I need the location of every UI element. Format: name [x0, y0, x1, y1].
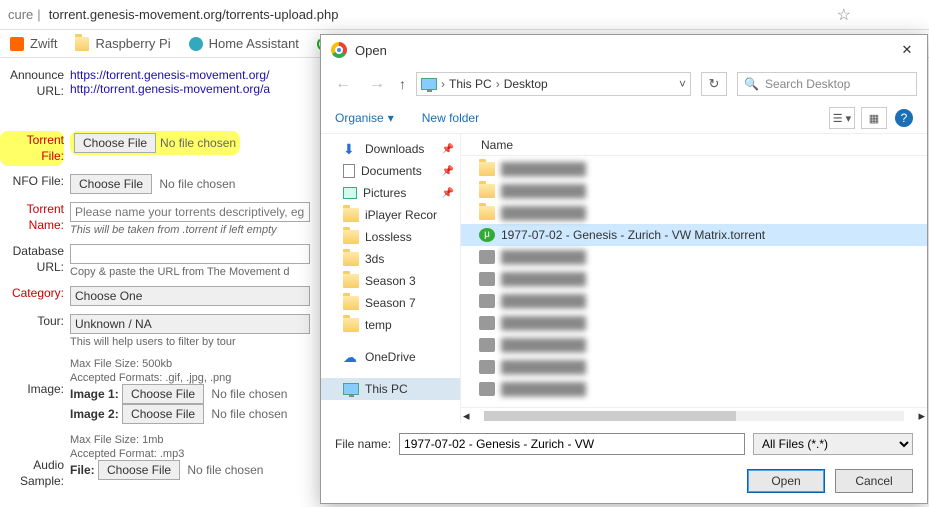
breadcrumb-folder[interactable]: Desktop: [504, 77, 548, 91]
dialog-title: Open: [355, 43, 897, 58]
secure-label: cure: [8, 7, 33, 22]
file-item[interactable]: ██████████: [461, 158, 927, 180]
help-icon[interactable]: ?: [895, 109, 913, 127]
tree-item-season-7[interactable]: Season 7: [321, 292, 460, 314]
pc-icon: [421, 78, 437, 90]
audio-file-status: No file chosen: [187, 463, 263, 477]
filename-label: File name:: [335, 437, 391, 451]
image2-button[interactable]: Choose File: [122, 404, 204, 424]
torrent-file-button[interactable]: Choose File: [74, 133, 156, 153]
folder-tree: ⬇Downloads📌Documents📌Pictures📌iPlayer Re…: [321, 134, 461, 423]
bookmark-home-assistant[interactable]: Home Assistant: [189, 36, 299, 51]
refresh-icon[interactable]: ↻: [701, 72, 727, 96]
file-item[interactable]: ██████████: [461, 180, 927, 202]
category-label: Category:: [0, 286, 70, 302]
tree-item-downloads[interactable]: ⬇Downloads📌: [321, 138, 460, 160]
audio-file-label: File:: [70, 463, 95, 477]
torrent-name-label: Torrent Name:: [0, 202, 70, 233]
image2-status: No file chosen: [211, 407, 287, 421]
torrent-file-label: Torrent File:: [0, 131, 70, 166]
torrent-name-input[interactable]: [70, 202, 310, 222]
nfo-file-button[interactable]: Choose File: [70, 174, 152, 194]
announce-url-https[interactable]: https://torrent.genesis-movement.org/: [70, 68, 269, 82]
new-folder-button[interactable]: New folder: [422, 111, 479, 125]
audio-file-button[interactable]: Choose File: [98, 460, 180, 480]
file-item[interactable]: ██████████: [461, 246, 927, 268]
preview-pane-button[interactable]: ▦: [861, 107, 887, 129]
nfo-file-status: No file chosen: [159, 177, 235, 191]
file-item[interactable]: ██████████: [461, 312, 927, 334]
search-icon: 🔍: [744, 77, 759, 91]
nav-back-icon[interactable]: ←: [331, 75, 355, 93]
tree-item-pictures[interactable]: Pictures📌: [321, 182, 460, 204]
chevron-down-icon[interactable]: ˅: [679, 77, 686, 91]
tree-item-this-pc[interactable]: This PC: [321, 378, 460, 400]
nav-up-icon[interactable]: ↑: [399, 76, 406, 92]
bookmark-zwift[interactable]: Zwift: [10, 36, 57, 51]
bookmark-star-icon[interactable]: ☆: [837, 5, 851, 25]
tree-item-3ds[interactable]: 3ds: [321, 248, 460, 270]
announce-label: Announce URL:: [0, 68, 70, 99]
tree-item-lossless[interactable]: Lossless: [321, 226, 460, 248]
file-item[interactable]: ██████████: [461, 202, 927, 224]
image2-label: Image 2:: [70, 407, 119, 421]
image1-label: Image 1:: [70, 387, 119, 401]
scroll-right-icon[interactable]: ▸: [918, 408, 925, 424]
scroll-left-icon[interactable]: ◂: [463, 408, 470, 424]
file-item[interactable]: ██████████: [461, 378, 927, 400]
view-mode-button[interactable]: ☰ ▾: [829, 107, 855, 129]
breadcrumb-pc[interactable]: This PC: [449, 77, 492, 91]
chevron-down-icon: ▾: [388, 111, 394, 125]
tour-select[interactable]: Unknown / NA: [70, 314, 310, 334]
category-select[interactable]: Choose One: [70, 286, 310, 306]
search-input[interactable]: 🔍 Search Desktop: [737, 72, 917, 96]
divider: |: [37, 7, 40, 22]
cancel-button[interactable]: Cancel: [835, 469, 913, 493]
tree-item-season-3[interactable]: Season 3: [321, 270, 460, 292]
nfo-file-label: NFO File:: [0, 174, 70, 190]
nav-forward-icon[interactable]: →: [365, 75, 389, 93]
torrent-file-status: No file chosen: [160, 136, 236, 150]
tree-item-temp[interactable]: temp: [321, 314, 460, 336]
chrome-icon: [331, 42, 347, 58]
close-icon[interactable]: ✕: [897, 40, 917, 60]
audio-label: Audio Sample:: [0, 432, 70, 489]
tree-item-onedrive[interactable]: ☁OneDrive: [321, 346, 460, 368]
file-list: ██████████████████████████████μ1977-07-0…: [461, 156, 927, 407]
image-label: Image:: [0, 356, 70, 398]
file-item[interactable]: ██████████: [461, 356, 927, 378]
bookmark-raspberry[interactable]: Raspberry Pi: [75, 36, 170, 51]
breadcrumb[interactable]: › This PC › Desktop ˅: [416, 72, 691, 96]
tree-item-iplayer-recor[interactable]: iPlayer Recor: [321, 204, 460, 226]
file-item[interactable]: ██████████: [461, 290, 927, 312]
list-header-name[interactable]: Name: [461, 134, 927, 156]
image1-status: No file chosen: [211, 387, 287, 401]
file-item[interactable]: ██████████: [461, 268, 927, 290]
open-button[interactable]: Open: [747, 469, 825, 493]
tour-label: Tour:: [0, 314, 70, 330]
image1-button[interactable]: Choose File: [122, 384, 204, 404]
page-url[interactable]: torrent.genesis-movement.org/torrents-up…: [49, 7, 837, 22]
filetype-select[interactable]: All Files (*.*): [753, 433, 913, 455]
organise-menu[interactable]: Organise ▾: [335, 111, 394, 125]
file-open-dialog: Open ✕ ← → ↑ › This PC › Desktop ˅ ↻ 🔍 S…: [320, 34, 928, 504]
address-bar: cure | torrent.genesis-movement.org/torr…: [0, 0, 929, 30]
file-item[interactable]: μ1977-07-02 - Genesis - Zurich - VW Matr…: [461, 224, 927, 246]
filename-input[interactable]: [399, 433, 745, 455]
database-url-label: Database URL:: [0, 244, 70, 275]
announce-url-http[interactable]: http://torrent.genesis-movement.org/a: [70, 82, 270, 96]
database-url-input[interactable]: [70, 244, 310, 264]
tree-item-documents[interactable]: Documents📌: [321, 160, 460, 182]
horizontal-scrollbar[interactable]: ◂ ▸: [461, 407, 927, 423]
file-item[interactable]: ██████████: [461, 334, 927, 356]
